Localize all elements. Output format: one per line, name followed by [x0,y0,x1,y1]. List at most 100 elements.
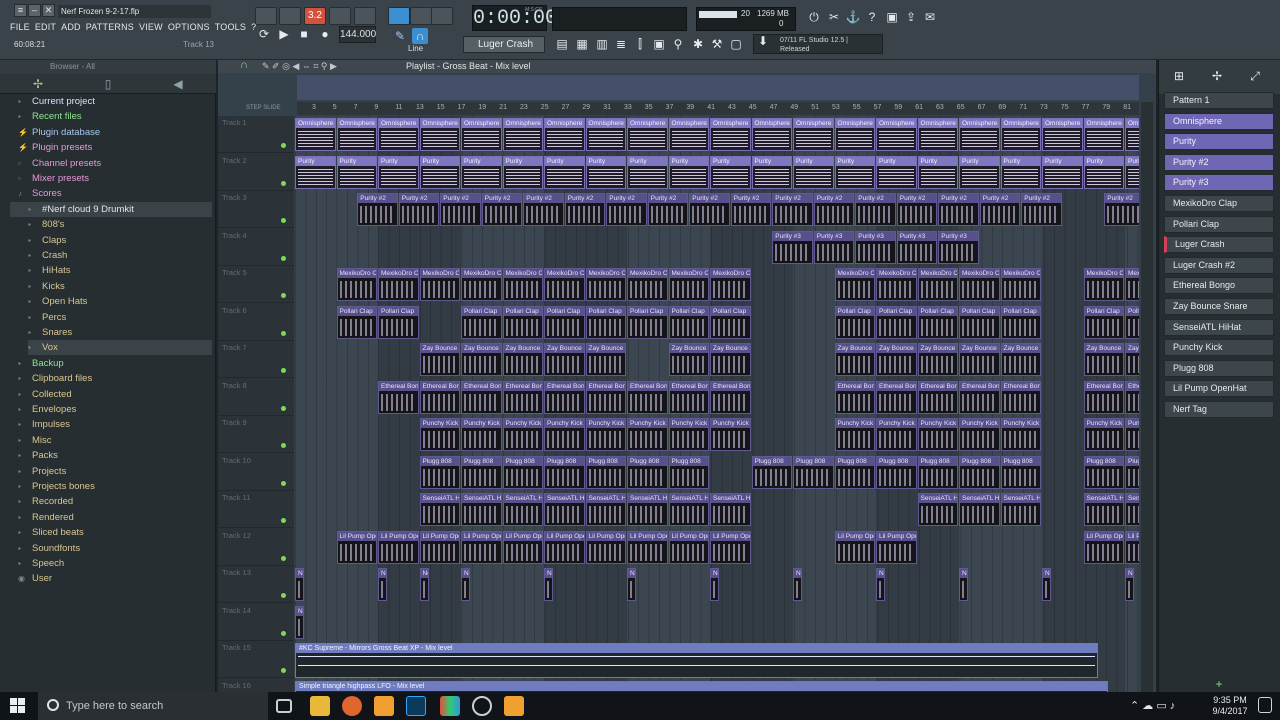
track-mute-led[interactable] [281,518,286,523]
track-mute-led[interactable] [281,218,286,223]
file-explorer-icon[interactable] [310,696,330,716]
pattern-clip[interactable]: SenseiATL HiHat [1125,493,1139,526]
app-icon[interactable] [440,696,460,716]
pattern-clip[interactable]: Nerf Tag [295,605,305,639]
track-header[interactable]: Track 4 [218,229,294,266]
close-icon[interactable]: ✕ [42,4,55,17]
track-mute-led[interactable] [281,180,286,186]
pattern-clip[interactable]: Pollari Clap [876,305,917,339]
browser-item[interactable]: ▪ Snares [28,325,72,340]
browser-item[interactable]: ▪ 808's [28,217,64,232]
pattern-clip[interactable]: Omnisphere [627,118,668,151]
pattern-clip[interactable]: Pollari Clap [378,305,419,339]
menu-edit[interactable]: EDIT [35,22,56,32]
pattern-clip[interactable]: Purity [1125,155,1139,189]
magnet-icon[interactable]: ∩ [240,59,248,72]
pattern-clip[interactable]: Purity #2 [896,193,938,226]
power-icon[interactable]: ⏻ [806,9,822,25]
pattern-clip[interactable]: MexikoDro Clap [668,268,709,301]
browser-item[interactable]: ▪ Kicks [28,279,65,294]
pattern-clip[interactable]: Ethereal Bongo [1000,380,1041,414]
pattern-clip[interactable]: MexikoDro Clap [419,268,460,301]
pattern-clip[interactable]: SenseiATL HiHat [585,493,626,526]
browser-item[interactable]: ▪ Envelopes [18,402,76,417]
pattern-clip[interactable]: Plugg 808 [917,455,958,489]
pattern-clip[interactable]: Purity #2 [1021,193,1062,226]
pattern-clip[interactable]: SenseiATL HiHat [959,493,1000,526]
pattern-clip[interactable]: Omnisphere [1000,118,1041,151]
browser-item[interactable]: ▪ HiHats [28,263,71,278]
pattern-clip[interactable]: Ethereal Bongo [834,380,875,414]
menu-tools[interactable]: TOOLS [215,22,246,32]
pattern-clip[interactable]: Plugg 808 [793,455,834,489]
pattern-clip[interactable]: Pollari Clap [1000,305,1041,339]
pattern-clip[interactable]: Pollari Clap [585,305,626,339]
pattern-item[interactable]: MexikoDro Clap [1164,195,1274,212]
pattern-clip[interactable]: Pollari Clap [710,305,751,339]
pattern-clip[interactable]: SenseiATL HiHat [1000,493,1041,526]
pattern-clip[interactable]: Nerf Tag [378,568,388,601]
pattern-clip[interactable]: Omnisphere [295,118,336,151]
track-header[interactable]: Track 1 [218,116,294,153]
browser-item[interactable]: ▪ Misc [18,433,52,448]
pattern-item[interactable]: Luger Crash [1164,236,1274,254]
loop-record-button[interactable] [354,7,376,25]
pattern-clip[interactable]: Purity [751,155,792,189]
picker-resize-icon[interactable]: ⤢ [1247,68,1263,84]
pattern-clip[interactable]: MexikoDro Clap [917,268,958,301]
pattern-clip[interactable]: Omnisphere [585,118,626,151]
pattern-item[interactable]: Plugg 808 [1164,359,1274,377]
browser-item[interactable]: ▪ Collected [18,387,72,402]
pattern-clip[interactable]: Plugg 808 [876,455,917,489]
pattern-clip[interactable]: Ethereal Bongo [461,380,502,414]
pattern-clip[interactable]: Nerf Tag [295,568,305,601]
pattern-clip[interactable]: Lil Pump OpenHat [1125,530,1139,564]
pattern-clip[interactable]: Purity #2 [772,193,813,226]
pattern-clip[interactable]: SenseiATL HiHat [461,493,502,526]
pattern-clip[interactable]: Purity #2 [1104,193,1139,226]
browser-item[interactable]: ▪ Open Hats [28,294,87,309]
pattern-clip[interactable]: Lil Pump OpenHat [627,530,668,564]
track-mute-led[interactable] [281,293,286,298]
play-icon[interactable]: ▶ [276,26,292,42]
pattern-clip[interactable]: Pollari Clap [668,305,709,339]
pattern-clip[interactable]: Purity #2 [564,193,606,226]
menu-options[interactable]: OPTIONS [168,22,210,32]
browser-item[interactable]: ▪ Projects bones [18,479,95,494]
snap-magnet-icon[interactable]: ∩ [412,28,428,44]
browser-item[interactable]: ◉ User [18,571,52,586]
pattern-clip[interactable]: Nerf Tag [1125,568,1135,601]
pattern-clip[interactable]: Omnisphere [544,118,585,151]
pattern-clip[interactable]: Zay Bounce Snare [502,343,543,376]
metronome-button[interactable] [431,7,453,25]
pattern-clip[interactable]: Omnisphere [1125,118,1139,151]
pattern-clip[interactable]: Purity #2 [398,193,440,226]
pattern-clip[interactable]: Purity [917,155,958,189]
pattern-clip[interactable]: Nerf Tag [627,568,637,601]
pattern-clip[interactable]: Purity #3 [772,230,813,264]
pattern-clip[interactable]: Pollari Clap [1083,305,1124,339]
pattern-clip[interactable]: MexikoDro Clap [959,268,1000,301]
pattern-clip[interactable]: Punchy Kick [959,418,1000,451]
pattern-clip[interactable]: Purity #2 [979,193,1021,226]
pattern-clip[interactable]: Punchy Kick [1000,418,1041,451]
browser-icon[interactable]: ▣ [651,36,667,52]
pattern-clip[interactable]: Pollari Clap [917,305,958,339]
pattern-clip[interactable]: SenseiATL HiHat [668,493,709,526]
pattern-clip[interactable]: Lil Pump OpenHat [876,530,917,564]
piano-roll-icon[interactable]: ▦ [574,36,590,52]
windows-start-icon[interactable] [10,698,26,714]
pattern-clip[interactable]: Punchy Kick [1083,418,1124,451]
pattern-clip[interactable]: Nerf Tag [544,568,554,601]
news-panel[interactable]: 07/11 FL Studio 12.5 | Released ⬇ [753,34,883,54]
pattern-clip[interactable]: Zay Bounce Snare [1125,343,1139,376]
pattern-clip[interactable]: Lil Pump OpenHat [834,530,875,564]
track-header[interactable]: Track 12 [218,529,294,566]
pattern-clip[interactable]: Purity #2 [689,193,730,226]
track-mute-led[interactable] [281,443,286,448]
pattern-clip[interactable]: Nerf Tag [959,568,969,601]
track-mute-led[interactable] [281,668,286,673]
pattern-clip[interactable]: Purity [502,155,543,189]
pattern-clip[interactable]: Ethereal Bongo [710,380,751,414]
pattern-item[interactable]: Lil Pump OpenHat [1164,380,1274,398]
